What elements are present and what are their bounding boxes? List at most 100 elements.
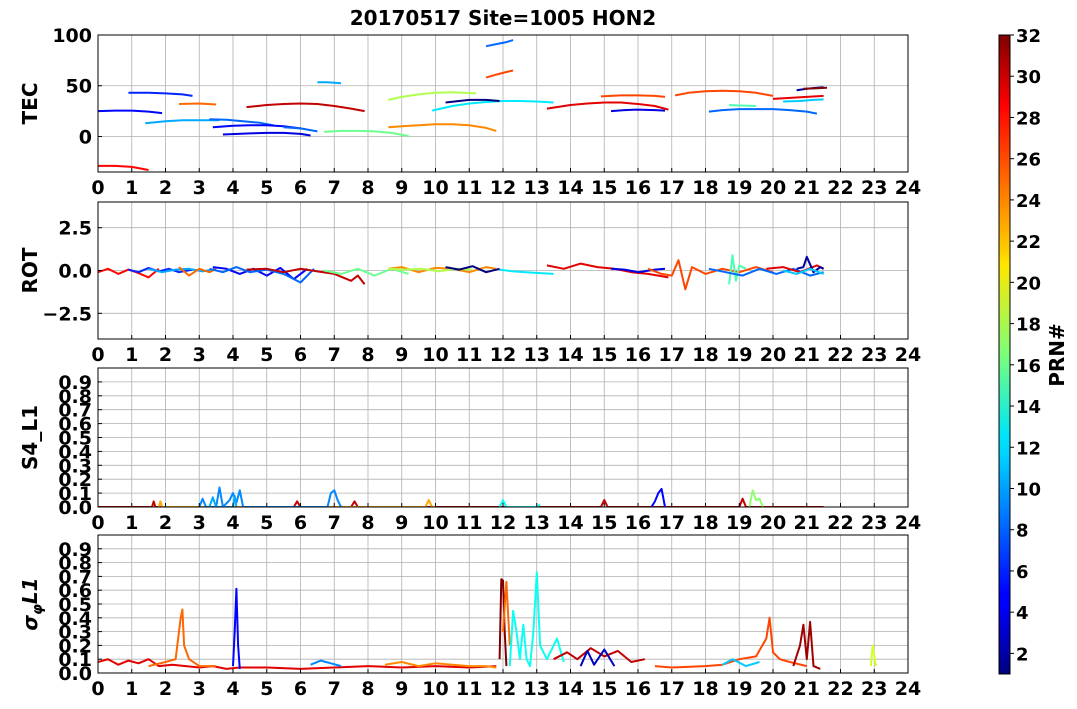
x-tick-label: 4: [226, 344, 239, 366]
x-tick-label: 8: [361, 344, 374, 366]
x-tick-label: 3: [193, 344, 206, 366]
x-tick-label: 10: [422, 344, 448, 366]
series-line-prn-8: [485, 39, 514, 48]
series-line-prn-13: [498, 499, 541, 507]
series-line-prn-10: [317, 81, 342, 85]
x-tick-label: 23: [861, 512, 887, 534]
panel-s4: 0 1 2 3 4 5 6 7 8 9 10 11 12 13 14 15 16 17 18 19 20 21 22 23 24…: [18, 367, 921, 534]
series-line-prn-29: [772, 94, 824, 100]
x-tick-label: 22: [827, 678, 853, 700]
colorbar-tick-label: 30: [1016, 67, 1041, 88]
x-tick-label: 21: [794, 512, 820, 534]
series-line-prn-5: [650, 487, 666, 507]
colorbar-gradient: [998, 34, 1011, 675]
colorbar-tick-label: 20: [1016, 273, 1041, 294]
y-tick-label: −2.5: [42, 303, 92, 325]
series-line-prn-30: [246, 102, 365, 113]
chart-title: 20170517 Site=1005 HON2: [350, 6, 656, 30]
x-tick-label: 6: [294, 512, 307, 534]
x-tick-label: 24: [895, 344, 921, 366]
x-tick-label: 5: [260, 344, 273, 366]
x-tick-label: 19: [726, 344, 752, 366]
x-tick-label: 13: [524, 344, 550, 366]
y-axis-label: σφL1: [18, 577, 46, 630]
series-line-prn-16: [324, 129, 409, 137]
colorbar-tick-label: 12: [1016, 438, 1041, 459]
x-tick-label: 15: [591, 678, 617, 700]
series-line-prn-28: [98, 164, 149, 171]
x-tick-label: 2: [159, 512, 172, 534]
colorbar-tick-label: 24: [1016, 191, 1041, 212]
x-tick-label: 4: [226, 177, 239, 199]
y-axis-label: TEC: [18, 83, 42, 125]
series-line-prn-8: [708, 108, 818, 115]
x-tick-label: 2: [159, 344, 172, 366]
x-tick-label: 18: [692, 177, 718, 199]
y-axis-label: S4_L1: [18, 405, 42, 470]
x-tick-label: 10: [422, 678, 448, 700]
x-tick-label: 9: [395, 512, 408, 534]
series-line-prn-11: [783, 98, 824, 103]
x-tick-label: 11: [456, 678, 482, 700]
colorbar-tick-label: 18: [1016, 315, 1041, 336]
x-tick-label: 20: [760, 177, 786, 199]
x-tick-label: 1: [125, 344, 138, 366]
series-line-prn-25: [178, 102, 217, 106]
x-tick-label: 6: [294, 678, 307, 700]
y-tick-label: 0.9: [58, 539, 92, 561]
x-tick-label: 12: [490, 177, 516, 199]
colorbar-tick-label: 26: [1016, 150, 1041, 171]
x-tick-label: 9: [395, 344, 408, 366]
x-tick-label: 1: [125, 177, 138, 199]
x-tick-label: 17: [659, 512, 685, 534]
x-tick-label: 12: [490, 678, 516, 700]
x-tick-label: 4: [226, 678, 239, 700]
panel-sigma: 0 1 2 3 4 5 6 7 8 9 10 11 12 13 14 15 16 17 18 19 20 21 22 23 24…: [18, 534, 921, 700]
series-line-prn-24: [388, 123, 497, 132]
x-tick-label: 6: [294, 344, 307, 366]
x-tick-label: 6: [294, 177, 307, 199]
y-tick-label: 0.0: [58, 261, 92, 283]
series-line-prn-15: [728, 254, 747, 285]
series-group: [98, 486, 824, 507]
x-tick-label: 10: [422, 512, 448, 534]
y-tick-label: 100: [52, 25, 92, 47]
y-axis-label: ROT: [18, 247, 42, 293]
colorbar-tick-label: 28: [1016, 108, 1041, 129]
x-tick-label: 12: [490, 344, 516, 366]
series-line-prn-9: [198, 486, 342, 507]
x-tick-label: 18: [692, 344, 718, 366]
y-tick-label: 2.5: [58, 218, 92, 240]
series-line-prn-5: [232, 587, 241, 669]
panel-rot: 0 1 2 3 4 5 6 7 8 9 10 11 12 13 14 15 16 17 18 19 20 21 22 23 24…: [18, 201, 921, 366]
x-tick-label: 23: [861, 177, 887, 199]
x-tick-label: 24: [895, 177, 921, 199]
x-tick-label: 16: [625, 512, 651, 534]
x-tick-label: 15: [591, 344, 617, 366]
x-tick-label: 4: [226, 512, 239, 534]
colorbar-tick-label: 4: [1016, 603, 1029, 624]
series-group: [98, 571, 877, 670]
x-tick-label: 17: [659, 344, 685, 366]
grid: [97, 368, 909, 508]
colorbar-tick-label: 2: [1016, 644, 1029, 665]
x-tick-label: 5: [260, 177, 273, 199]
x-tick-label: 5: [260, 678, 273, 700]
x-tick-label: 10: [422, 177, 448, 199]
x-tick-label: 24: [895, 512, 921, 534]
x-tick-label: 9: [395, 177, 408, 199]
x-tick-label: 18: [692, 678, 718, 700]
colorbar-tick-label: 32: [1016, 26, 1041, 47]
x-tick-label: 14: [557, 344, 583, 366]
x-tick-label: 1: [125, 512, 138, 534]
x-tick-label: 19: [726, 177, 752, 199]
x-tick-label: 7: [328, 678, 341, 700]
grid: [97, 34, 909, 172]
colorbar-label: PRN#: [1045, 323, 1069, 387]
x-tick-label: 3: [193, 512, 206, 534]
series-line-prn-26: [674, 89, 774, 97]
x-tick-label: 7: [328, 512, 341, 534]
x-tick-label: 15: [591, 177, 617, 199]
series-group: [98, 39, 828, 171]
x-tick-label: 9: [395, 678, 408, 700]
